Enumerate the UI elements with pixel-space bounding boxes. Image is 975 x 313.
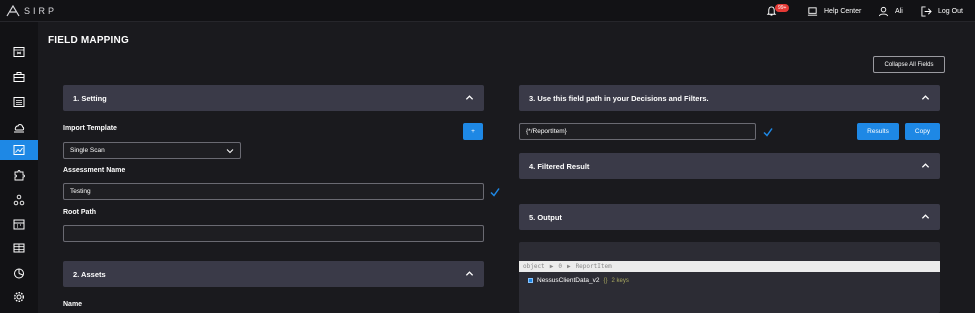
arrow-right-icon: ▶ (566, 263, 571, 270)
logout-button[interactable]: Log Out (921, 0, 963, 22)
assessment-name-label: Assessment Name (63, 167, 126, 174)
top-bar: SIRP 99+ Help Center Ali Log Out (0, 0, 975, 22)
user-name: Ali (895, 7, 903, 15)
output-panel-title: 5. Output (529, 212, 562, 222)
sidebar-item-calendar[interactable] (0, 214, 38, 234)
import-template-value: Single Scan (70, 147, 105, 154)
sidebar-item-dashboard[interactable] (0, 42, 38, 62)
chevron-up-icon[interactable] (921, 93, 930, 102)
add-template-button[interactable]: + (463, 123, 483, 140)
app-logo[interactable]: SIRP (6, 3, 57, 19)
sidebar-item-cases[interactable] (0, 67, 38, 87)
json-node[interactable]: NessusClientData_v2 {} 2 keys (528, 277, 629, 284)
notification-badge: 99+ (775, 3, 790, 12)
help-center-label: Help Center (824, 7, 862, 15)
setting-panel-title: 1. Setting (73, 93, 107, 103)
import-template-label: Import Template (63, 125, 117, 132)
laptop-icon (807, 6, 818, 16)
field-path-panel-title: 3. Use this field path in your Decisions… (529, 93, 709, 103)
briefcase-icon (13, 72, 25, 82)
user-icon (878, 6, 889, 16)
checkmark-icon (763, 128, 773, 137)
copy-button[interactable]: Copy (905, 123, 940, 140)
sidebar-item-integrations[interactable] (0, 165, 38, 185)
expand-toggle-icon[interactable] (528, 278, 533, 283)
page-title: FIELD MAPPING (48, 35, 129, 46)
sidebar-item-reports[interactable] (0, 263, 38, 283)
logo-icon (6, 5, 20, 17)
asset-name-label: Name (63, 301, 83, 308)
help-center-link[interactable]: Help Center (807, 0, 861, 22)
logout-label: Log Out (938, 7, 963, 15)
assessment-name-input[interactable]: Testing (63, 183, 484, 200)
filtered-result-panel-header[interactable]: 4. Filtered Result (519, 153, 940, 179)
json-node-name: NessusClientData_v2 (537, 277, 600, 284)
chevron-up-icon[interactable] (921, 161, 930, 170)
field-path-input[interactable]: {*/ReportItem} (519, 123, 756, 140)
import-template-select[interactable]: Single Scan (63, 142, 241, 159)
puzzle-icon (14, 170, 25, 181)
cloud-icon (14, 124, 25, 133)
chevron-up-icon[interactable] (465, 269, 474, 278)
pie-chart-icon (14, 268, 24, 279)
assets-panel-title: 2. Assets (73, 269, 106, 279)
results-button[interactable]: Results (857, 123, 899, 140)
list-icon (13, 97, 25, 107)
calendar-icon (13, 219, 25, 230)
sidebar-item-database[interactable] (0, 238, 38, 258)
field-path-panel-header[interactable]: 3. Use this field path in your Decisions… (519, 85, 940, 111)
sidebar-item-cloud[interactable] (0, 117, 38, 137)
filtered-result-panel-title: 4. Filtered Result (529, 161, 590, 171)
json-path-leaf[interactable]: ReportItem (576, 263, 612, 270)
chart-icon (13, 145, 25, 155)
json-node-keys: 2 keys (611, 277, 629, 284)
assessment-name-value: Testing (70, 188, 91, 195)
notifications-button[interactable]: 99+ (766, 0, 790, 22)
chevron-up-icon[interactable] (921, 212, 930, 221)
database-icon (13, 243, 25, 253)
arrow-right-icon: ▶ (549, 263, 554, 270)
checkmark-icon (490, 188, 500, 197)
sidebar-item-list[interactable] (0, 92, 38, 112)
chevron-up-icon[interactable] (465, 93, 474, 102)
sidebar (0, 22, 38, 313)
logo-text: SIRP (24, 6, 58, 16)
user-menu[interactable]: Ali (878, 0, 903, 22)
field-path-value: {*/ReportItem} (526, 128, 567, 135)
setting-panel-header[interactable]: 1. Setting (63, 85, 484, 111)
json-path-index[interactable]: 0 (558, 263, 562, 270)
collapse-all-button[interactable]: Collapse All Fields (873, 56, 945, 73)
assets-panel-header[interactable]: 2. Assets (63, 261, 484, 287)
network-icon (13, 194, 25, 206)
dashboard-icon (13, 47, 25, 57)
sidebar-item-network[interactable] (0, 190, 38, 210)
output-panel-header[interactable]: 5. Output (519, 204, 940, 230)
root-path-label: Root Path (63, 209, 97, 216)
settings-icon (13, 291, 25, 303)
sidebar-item-settings[interactable] (0, 287, 38, 307)
json-breadcrumb: object ▶ 0 ▶ ReportItem (519, 261, 940, 272)
logout-icon (921, 5, 932, 17)
chevron-down-icon (226, 149, 234, 154)
root-path-input[interactable] (63, 225, 484, 242)
json-path-root[interactable]: object (523, 263, 545, 270)
sidebar-item-field-mapping[interactable] (0, 140, 38, 160)
json-node-braces: {} (603, 277, 608, 284)
